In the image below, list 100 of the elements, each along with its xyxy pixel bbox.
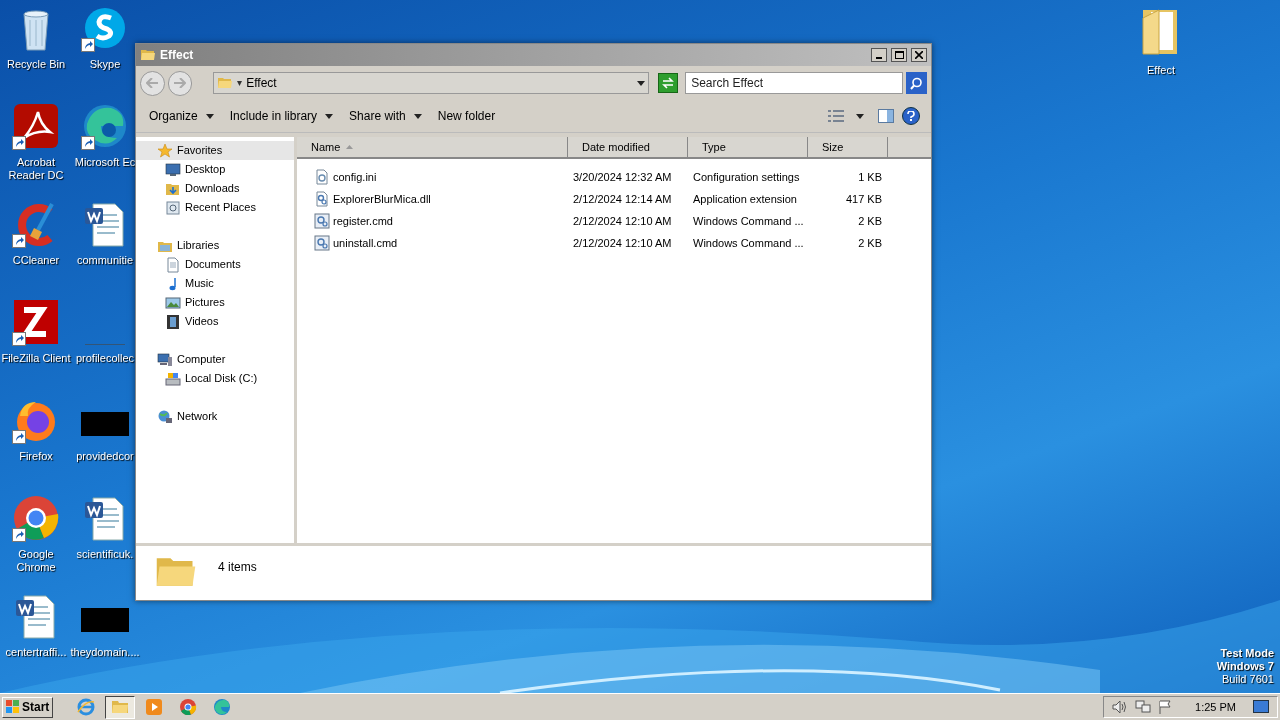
speaker-icon[interactable] [1112,700,1129,714]
nav-item[interactable]: Libraries [136,236,294,255]
swirl-icon [213,698,232,716]
nav-item[interactable]: Recent Places [136,198,294,217]
taskbar-button[interactable] [105,695,136,719]
show-desktop-icon[interactable] [1253,700,1269,714]
column-header[interactable]: Name [297,137,568,157]
preview-pane-button[interactable] [876,106,896,126]
minimize-button[interactable] [871,48,887,62]
back-arrow-icon [146,78,159,88]
nav-item[interactable]: Desktop [136,160,294,179]
nav-item[interactable]: Downloads [136,179,294,198]
type-cell-text: Windows Command ... [692,213,805,229]
toolbar-button[interactable]: Organize [141,104,222,128]
search-icon [910,76,924,90]
size-cell-text: 1 KB [857,169,882,185]
folder-icon [217,75,234,91]
column-header[interactable]: Size [808,137,888,157]
date-cell-text: 2/12/2024 12:10 AM [572,213,673,229]
zigzag-icon[interactable] [12,298,60,346]
desktop-icon-label: Recycle Bin [6,58,66,71]
start-button[interactable]: Start [2,696,54,718]
close-button[interactable] [911,48,927,62]
address-bar[interactable]: Effect [213,72,650,94]
desktop-icon-label: providedcor [76,450,134,463]
desktop-icon-label: profilecollec [75,352,135,365]
forward-arrow-icon [173,78,186,88]
media-player-icon [145,698,164,716]
sort-icon [346,145,354,149]
clock[interactable]: 1:25 PM [1195,698,1236,716]
date-cell-text: 3/20/2024 12:32 AM [572,169,673,185]
file-name[interactable]: register.cmd [333,212,393,230]
desktop-icon-label: communitie [76,254,134,267]
item-count: 4 items [218,559,257,576]
help-icon [907,111,915,121]
type-cell-text: Configuration settings [692,169,801,185]
flag-icon[interactable] [1158,700,1173,714]
nav-item[interactable]: Music [136,274,294,293]
folder-icon [111,698,130,716]
search-field[interactable]: Search Effect [685,72,904,94]
test-mode-text: Test Mode [1220,647,1274,660]
nav-item[interactable]: Favorites [136,141,294,160]
column-header[interactable]: Date modified [568,137,688,157]
file-name[interactable]: ExplorerBlurMica.dll [333,190,431,208]
desktop-icon-label: scientificuk. [76,548,134,561]
desktop-icon-label: Firefox [19,450,53,463]
caret-icon [637,80,646,86]
network-icon[interactable] [1135,700,1152,714]
swirl-icon[interactable] [81,102,129,150]
file-name[interactable]: uninstall.cmd [333,234,398,252]
caret-icon [237,80,243,86]
desktop-icon-label: Microsoft Ec [74,156,136,169]
toolbar-button[interactable]: Include in library [221,104,342,128]
chrome-icon[interactable] [12,494,60,542]
drive-icon [165,370,181,387]
gear-window-icon [314,235,330,251]
folder-icon [140,47,156,63]
nav-item[interactable]: Network [136,407,294,426]
picture-icon [165,294,181,311]
desktop-icon-label: Acrobat Reader DC [7,156,65,182]
nav-item[interactable]: Videos [136,312,294,331]
desktop-icon-label: Effect [1147,63,1175,78]
type-cell-text: Application extension [692,191,798,207]
list-view-icon [828,110,844,122]
nav-item[interactable]: Local Disk (C:) [136,369,294,388]
settings-file-icon [314,169,330,185]
browser-e-icon [77,698,96,716]
help-button[interactable] [902,107,920,125]
document-icon [165,256,181,273]
toolbar-button[interactable]: Share with [341,104,430,128]
toolbar-button[interactable]: New folder [429,104,504,128]
type-cell-text: Windows Command ... [692,235,805,251]
windows-logo-icon [6,700,20,714]
search-button[interactable] [906,72,927,94]
maximize-button[interactable] [891,48,907,62]
desktop-icon-label: theydomain.... [70,646,140,659]
refresh-arrows-icon [661,77,676,89]
window-title: Effect [160,47,195,64]
star-icon [157,142,173,159]
caret-icon [205,113,214,119]
date-cell-text: 2/12/2024 12:14 AM [572,191,673,207]
test-mode-text: Windows 7 [1216,660,1274,673]
nav-item[interactable]: Pictures [136,293,294,312]
date-cell-text: 2/12/2024 12:10 AM [572,235,673,251]
desktop-icon-label: FileZilla Client [1,352,71,365]
monitor-icon [165,161,181,178]
nav-item[interactable]: Documents [136,255,294,274]
refresh-button[interactable] [658,73,679,93]
gear-window-icon [314,213,330,229]
pdf-icon[interactable] [12,102,60,150]
computer-icon [157,351,173,368]
caret-icon [856,113,864,119]
nav-item[interactable]: Computer [136,350,294,369]
file-name[interactable]: config.ini [333,168,377,186]
close-icon [915,51,923,59]
desktop-icon-label: Google Chrome [15,548,57,574]
film-icon [165,313,181,330]
test-mode-text: Build 7601 [1222,673,1274,686]
size-cell-text: 417 KB [844,191,882,207]
column-header[interactable]: Type [688,137,808,157]
